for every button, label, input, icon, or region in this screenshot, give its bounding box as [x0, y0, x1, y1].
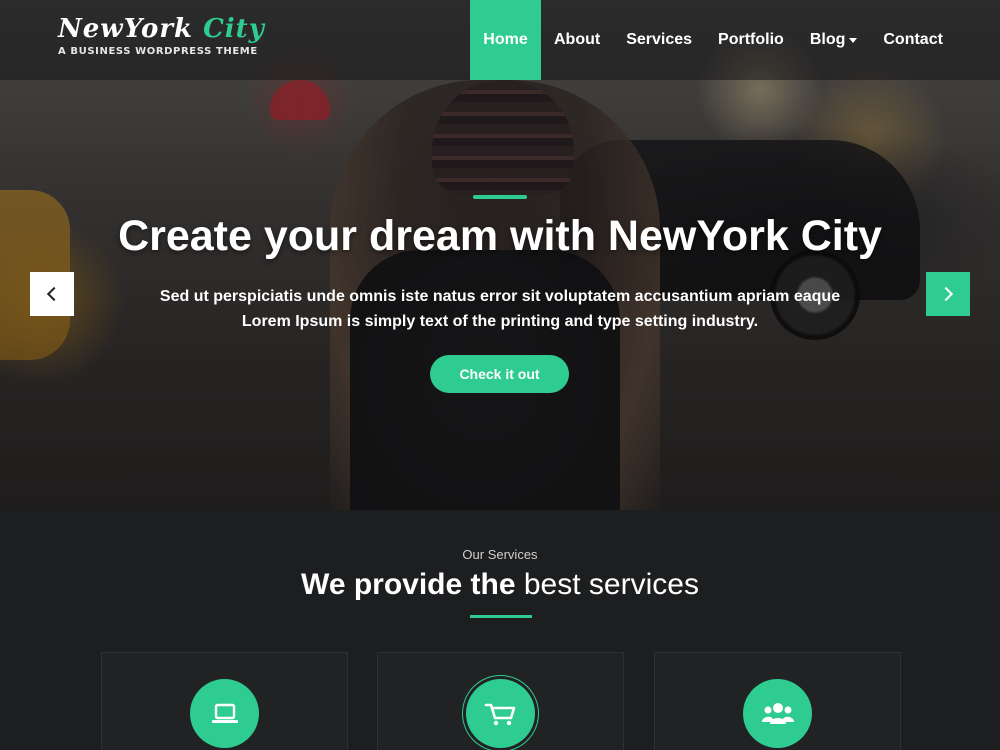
service-card[interactable] — [101, 652, 348, 750]
logo-tagline: A BUSINESS WORDPRESS THEME — [58, 46, 258, 57]
slide-description-line: Sed ut perspiciatis unde omnis iste natu… — [159, 288, 841, 305]
slide-title-accent-bar — [473, 195, 527, 199]
service-icon-circle — [466, 679, 535, 748]
nav-item-label: Portfolio — [718, 31, 784, 48]
logo-title: NewYork City — [58, 14, 265, 44]
site-logo[interactable]: NewYork City A BUSINESS WORDPRESS THEME — [58, 14, 265, 57]
nav-item-blog[interactable]: Blog — [797, 0, 871, 80]
logo-text-part2: City — [203, 14, 265, 44]
slider-next-button[interactable] — [926, 272, 970, 316]
slide-description: Sed ut perspiciatis unde omnis iste natu… — [0, 284, 1000, 334]
chevron-right-icon — [938, 286, 954, 302]
slide-description-line: Lorem Ipsum is simply text of the printi… — [241, 313, 759, 330]
nav-item-label: Contact — [883, 31, 943, 48]
users-icon — [761, 702, 794, 724]
service-card[interactable] — [377, 652, 624, 750]
laptop-icon — [211, 703, 238, 723]
caret-down-icon — [849, 37, 858, 43]
logo-text-part1: NewYork — [58, 14, 194, 44]
services-heading-strong: We provide the — [301, 568, 516, 601]
services-heading-underline — [470, 615, 532, 618]
slide-title: Create your dream with NewYork City — [118, 212, 882, 260]
services-section: Our Services We provide the best service… — [0, 510, 1000, 750]
main-nav: Home About Services Portfolio Blog Conta… — [470, 0, 956, 80]
services-heading: We provide the best services — [0, 568, 1000, 602]
nav-item-services[interactable]: Services — [613, 0, 705, 80]
service-card[interactable] — [654, 652, 901, 750]
nav-item-portfolio[interactable]: Portfolio — [705, 0, 797, 80]
service-icon-circle — [743, 679, 812, 748]
nav-item-label: Home — [483, 31, 528, 48]
site-header: NewYork City A BUSINESS WORDPRESS THEME … — [0, 0, 1000, 80]
slider-prev-button[interactable] — [30, 272, 74, 316]
services-kicker: Our Services — [462, 547, 538, 562]
nav-item-label: Services — [626, 31, 693, 48]
nav-item-label: About — [554, 31, 601, 48]
nav-item-about[interactable]: About — [541, 0, 613, 80]
shopping-cart-icon — [484, 703, 515, 725]
service-icon-circle — [190, 679, 259, 748]
nav-item-home[interactable]: Home — [470, 0, 541, 80]
nav-item-contact[interactable]: Contact — [870, 0, 956, 80]
chevron-left-icon — [46, 286, 62, 302]
check-it-out-button[interactable]: Check it out — [430, 355, 569, 393]
nav-item-label: Blog — [809, 31, 846, 48]
services-heading-light: best services — [523, 568, 699, 601]
